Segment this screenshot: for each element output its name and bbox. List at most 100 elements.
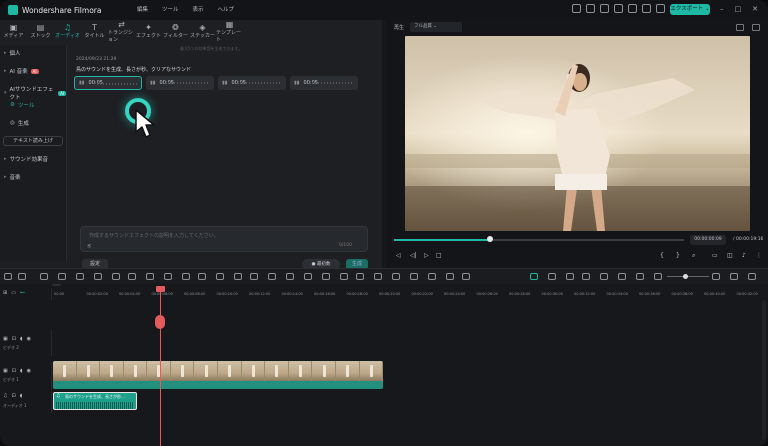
minimize-icon[interactable]: – — [720, 5, 724, 13]
sidebar-item-generate[interactable]: ◎ 生成 — [10, 119, 29, 127]
tab-title[interactable]: T タイトル — [81, 20, 108, 42]
undo-icon[interactable] — [40, 273, 48, 280]
timeline-scrollbar[interactable] — [762, 300, 766, 440]
play-icon[interactable]: ▷ — [424, 252, 429, 259]
snapshot-icon[interactable] — [736, 24, 744, 31]
color-icon[interactable] — [164, 273, 172, 280]
render-icon[interactable] — [530, 273, 538, 280]
transform-icon[interactable] — [356, 273, 364, 280]
sidebar-item-music[interactable]: ▸ 音楽 — [4, 173, 21, 181]
monitor-icon[interactable] — [572, 4, 581, 13]
playlist-icon[interactable] — [636, 273, 644, 280]
menu-help[interactable]: ヘルプ — [218, 5, 235, 13]
crop-icon[interactable] — [112, 273, 120, 280]
tab-template[interactable]: ▦ テンプレート — [216, 20, 243, 43]
stop-icon[interactable]: □ — [436, 252, 442, 259]
current-timecode[interactable]: 00:00:00:09 — [690, 235, 726, 245]
zoom-in-icon[interactable] — [712, 273, 720, 280]
prev-frame-icon[interactable]: ◁ — [396, 252, 401, 259]
layout-icon[interactable] — [4, 273, 12, 280]
tab-filter[interactable]: ❂ フィルター — [162, 20, 189, 42]
more-options-icon[interactable] — [748, 273, 756, 280]
eye-icon[interactable]: ◉ — [27, 336, 31, 342]
freeze-icon[interactable] — [216, 273, 224, 280]
sidebar-item-ai-sound-effect[interactable]: ▾ AIサウンドエフェクト AI — [4, 85, 66, 101]
display-icon[interactable]: ▭ — [712, 252, 718, 259]
volume-icon[interactable]: ◖ — [20, 393, 23, 399]
tab-media[interactable]: ▣ メディア — [0, 20, 27, 42]
avatar-icon[interactable] — [656, 4, 665, 13]
maximize-icon[interactable]: □ — [735, 5, 742, 13]
mic-icon[interactable] — [582, 273, 590, 280]
fullscreen-icon[interactable] — [752, 24, 760, 31]
tab-transition[interactable]: ⇄ トランジション — [108, 20, 135, 43]
tab-sticker[interactable]: ◈ ステッカー — [189, 20, 216, 42]
motion-icon[interactable] — [322, 273, 330, 280]
sidebar-item-sound-effects[interactable]: ▸ サウンド効果音 — [4, 155, 48, 163]
text-icon[interactable] — [128, 273, 136, 280]
lock-icon[interactable]: ⊡ — [12, 336, 16, 342]
caption-icon[interactable] — [268, 273, 276, 280]
ai-cut-icon[interactable] — [340, 273, 348, 280]
sidebar-item-tools[interactable]: ⚙ ツール — [10, 101, 34, 109]
eye-icon[interactable]: ◉ — [27, 368, 31, 374]
timer-icon[interactable] — [198, 273, 206, 280]
ripple-icon[interactable] — [462, 273, 470, 280]
image-icon[interactable] — [618, 273, 626, 280]
sidebar-item-ai-music[interactable]: ▸ AI 音楽 AI — [4, 67, 39, 75]
zoom-out-icon[interactable] — [654, 273, 662, 280]
playhead-marker[interactable] — [156, 286, 165, 292]
mark-in-icon[interactable]: { — [660, 252, 664, 259]
menu-edit[interactable]: 編集 — [137, 5, 148, 13]
voice-icon[interactable] — [600, 273, 608, 280]
search-icon[interactable] — [374, 273, 382, 280]
more-icon[interactable]: ⋮ — [756, 252, 762, 259]
text-to-speech-button[interactable]: テキスト読み上げ — [3, 136, 63, 146]
mark-out-icon[interactable]: } — [676, 252, 680, 259]
volume-icon[interactable]: ◖ — [20, 368, 23, 374]
video-clip[interactable] — [53, 361, 383, 389]
sound-result-card[interactable]: ▮▮ 00:05 — [218, 76, 286, 90]
layout-icon[interactable] — [586, 4, 595, 13]
stabilize-icon[interactable] — [304, 273, 312, 280]
sound-result-card[interactable]: ▮▮ 00:05 — [146, 76, 214, 90]
close-icon[interactable]: ✕ — [752, 5, 758, 13]
speed-icon[interactable] — [146, 273, 154, 280]
scrubber-handle[interactable] — [486, 236, 493, 242]
sound-result-card[interactable]: ▮▮ 00:05 — [290, 76, 358, 90]
adjust-icon[interactable]: ≾ — [87, 243, 91, 249]
sidebar-item-personal[interactable]: ▸ 個人 — [4, 49, 21, 57]
shield-icon[interactable] — [566, 273, 574, 280]
mask-icon[interactable] — [286, 273, 294, 280]
lock-icon[interactable]: ⊡ — [12, 368, 16, 374]
redo-icon[interactable] — [58, 273, 66, 280]
volume-icon[interactable]: ♪ — [742, 252, 746, 259]
sound-result-card[interactable]: ▮▮ 00:05 — [74, 76, 142, 90]
group-icon[interactable] — [234, 273, 242, 280]
cloud-icon[interactable] — [614, 4, 623, 13]
sun-icon[interactable] — [548, 273, 556, 280]
zoom-icon[interactable]: ⌕ — [692, 252, 695, 260]
cut-icon[interactable] — [94, 273, 102, 280]
link-icon[interactable] — [446, 273, 454, 280]
quality-dropdown[interactable]: フル品質 ⌄ — [410, 22, 462, 32]
audio-edit-icon[interactable] — [250, 273, 258, 280]
delete-icon[interactable] — [76, 273, 84, 280]
menu-tools[interactable]: ツール — [162, 5, 179, 13]
grid-icon[interactable] — [642, 4, 651, 13]
keyframe-icon[interactable] — [392, 273, 400, 280]
step-back-icon[interactable]: ◁| — [410, 252, 417, 259]
video-frame[interactable] — [405, 36, 750, 231]
download-icon[interactable] — [628, 4, 637, 13]
add-track-icon[interactable] — [18, 273, 26, 280]
lock-icon[interactable]: ⊡ — [11, 393, 15, 399]
description-input[interactable]: 作成するサウンドエフェクトの説明を入力してください。 ≾ 0/100 — [80, 226, 368, 252]
zoom-slider-knob[interactable] — [683, 274, 688, 279]
volume-icon[interactable]: ◖ — [20, 336, 23, 342]
menu-view[interactable]: 表示 — [193, 5, 204, 13]
tab-stock[interactable]: ▤ ストック — [27, 20, 54, 42]
audio-clip[interactable]: ♫ 鳥のサウンドを生成、長さが秒… — [53, 392, 137, 410]
tab-effect[interactable]: ✦ エフェクト — [135, 20, 162, 42]
split-icon[interactable] — [428, 273, 436, 280]
detach-icon[interactable] — [410, 273, 418, 280]
